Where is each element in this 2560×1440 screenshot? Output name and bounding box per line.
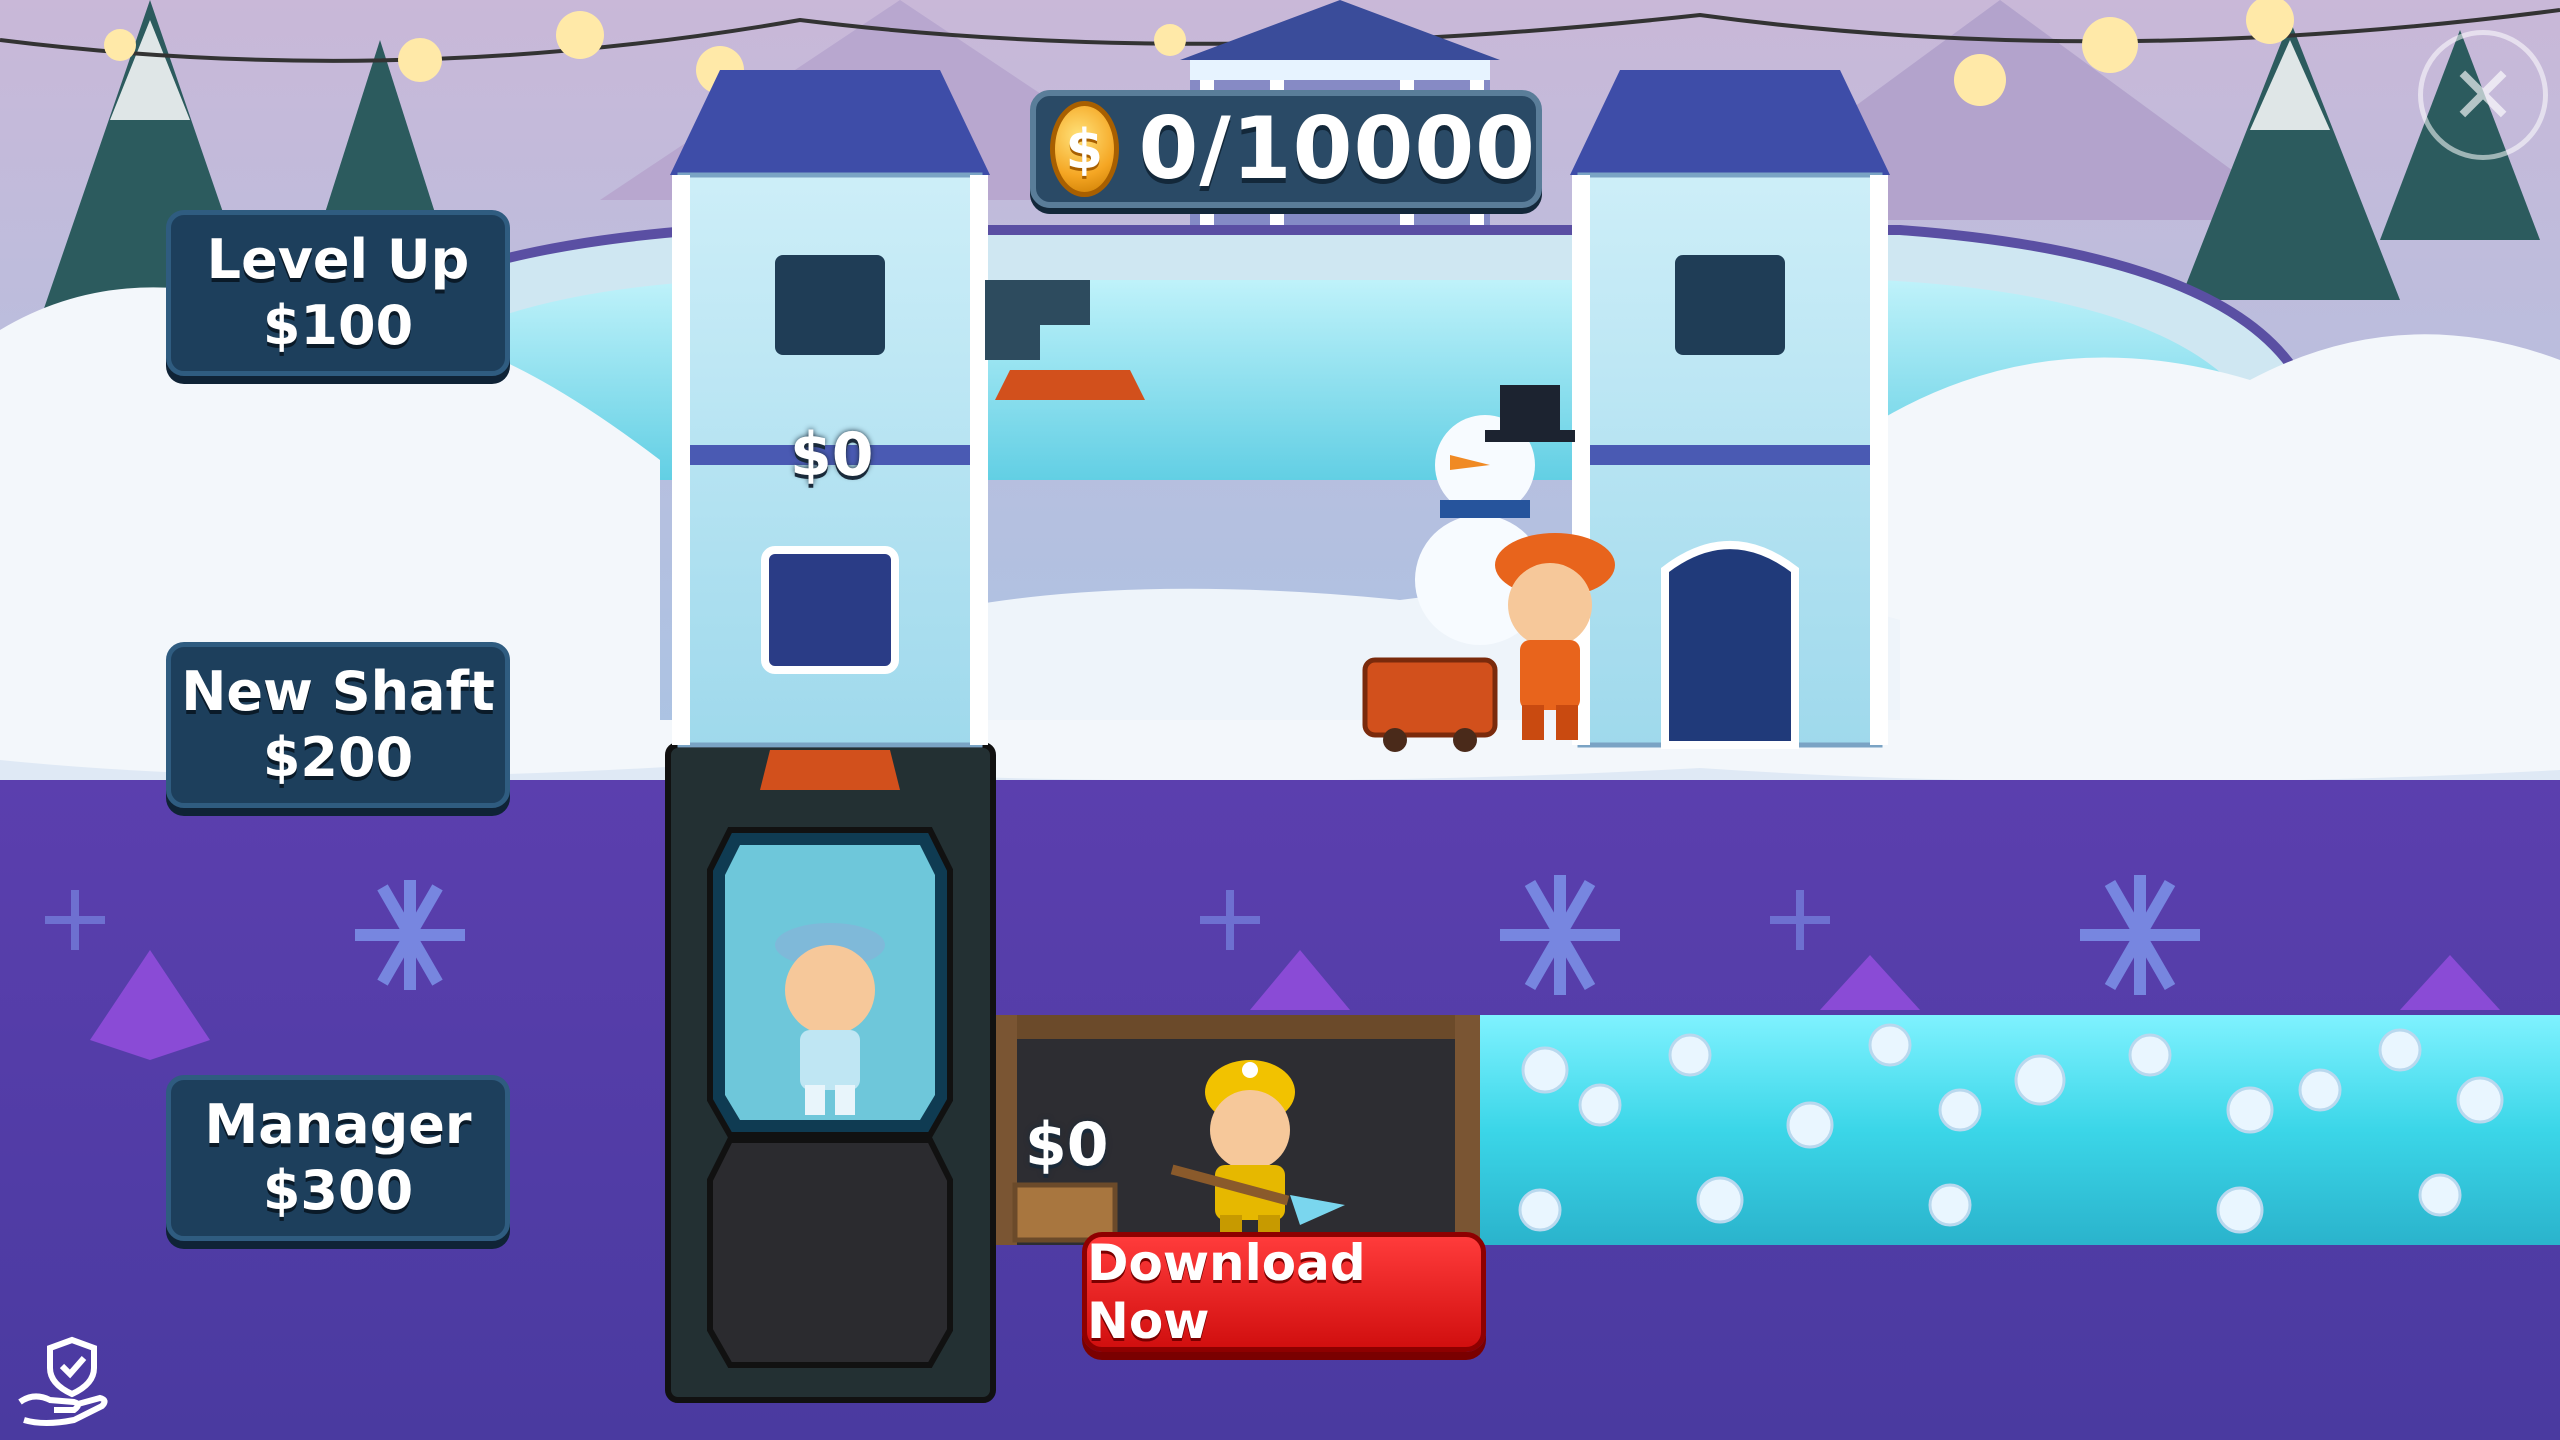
new-shaft-label: New Shaft xyxy=(181,660,495,723)
elevator-storage-value: $0 xyxy=(790,420,874,490)
warehouse-building xyxy=(1570,70,1890,749)
coin-counter-value: 0/10000 xyxy=(1138,99,1536,199)
manager-label: Manager xyxy=(204,1093,472,1156)
new-shaft-price: $200 xyxy=(262,726,414,789)
level-up-label: Level Up xyxy=(206,228,470,291)
gold-coin-icon: $ xyxy=(1050,101,1119,197)
shield-hand-icon[interactable] xyxy=(14,1330,114,1430)
level-up-button[interactable]: Level Up $100 xyxy=(166,210,510,376)
mine-shaft-value: $0 xyxy=(1025,1110,1109,1180)
download-now-button[interactable]: Download Now xyxy=(1082,1232,1486,1352)
new-shaft-button[interactable]: New Shaft $200 xyxy=(166,642,510,808)
manager-button[interactable]: Manager $300 xyxy=(166,1075,510,1241)
game-screen: $ 0/10000 ✕ Level Up $100 New Shaft $200… xyxy=(0,0,2560,1440)
close-icon[interactable]: ✕ xyxy=(2418,30,2548,160)
level-up-price: $100 xyxy=(262,294,414,357)
snow-bank-right xyxy=(1880,334,2560,740)
coin-counter: $ 0/10000 xyxy=(1030,90,1542,208)
manager-price: $300 xyxy=(262,1159,414,1222)
